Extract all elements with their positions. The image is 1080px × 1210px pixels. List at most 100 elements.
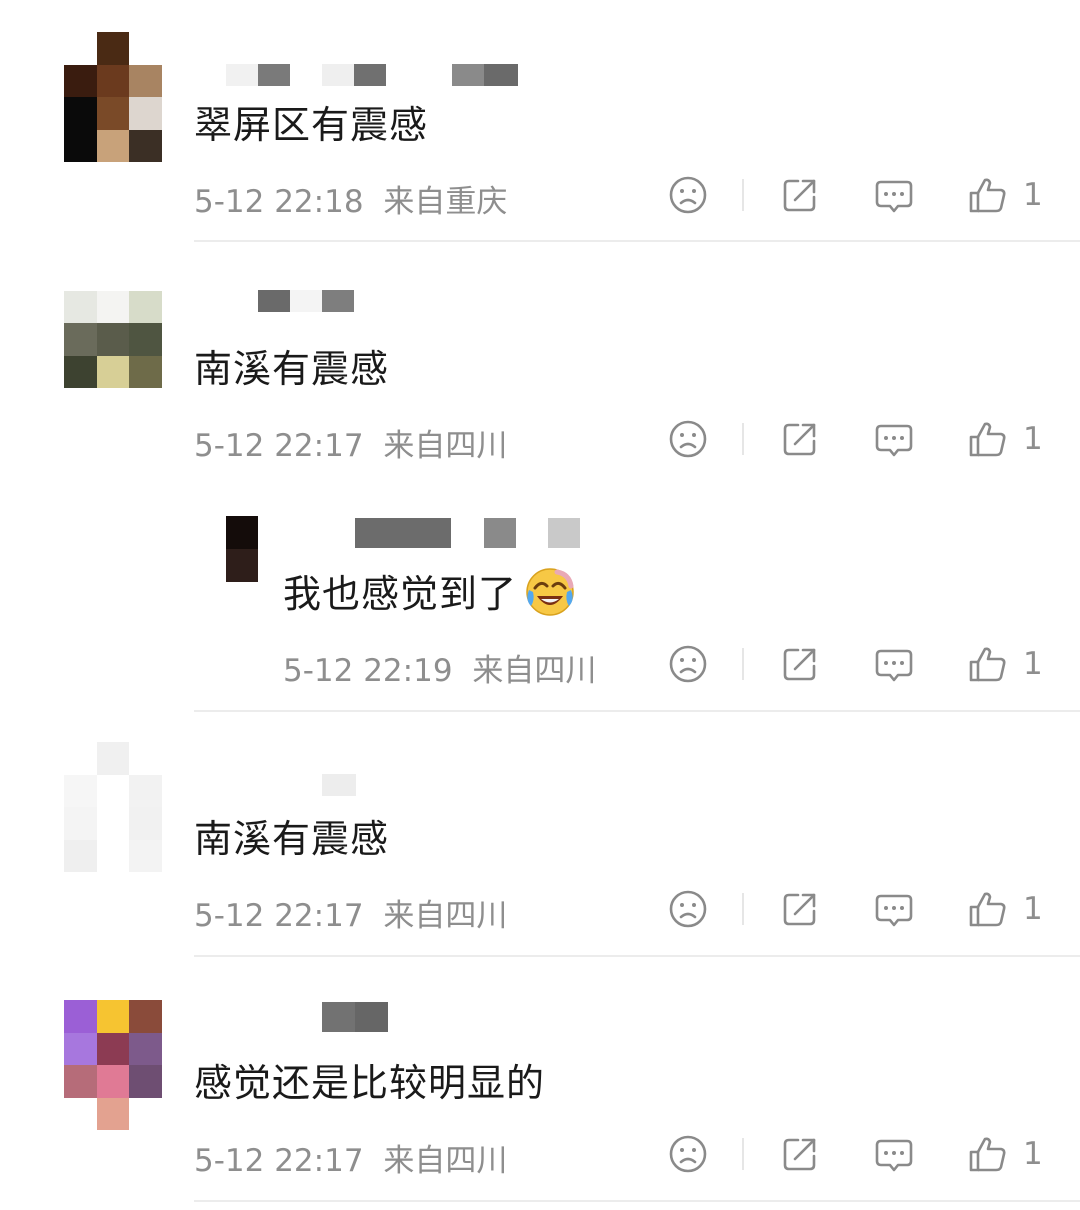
share-button[interactable]: [778, 1132, 822, 1176]
like-button[interactable]: [966, 642, 1010, 686]
comment-icon: [872, 887, 916, 931]
avatar-pixel: [96, 1097, 130, 1130]
like-count: 1: [1023, 177, 1043, 213]
avatar-pixel: [129, 97, 162, 130]
avatar-pixel: [129, 1032, 162, 1065]
dislike-button[interactable]: [666, 173, 710, 217]
reply-time: 5-12 22:19: [283, 653, 453, 689]
like-button[interactable]: [966, 173, 1010, 217]
avatar-pixel: [129, 1000, 162, 1033]
avatar-pixel: [129, 323, 162, 356]
comment-icon: [872, 1132, 916, 1176]
avatar-pixel: [64, 323, 97, 356]
divider: [194, 240, 1080, 242]
username-blurred[interactable]: [322, 774, 356, 796]
like-button[interactable]: [966, 1132, 1010, 1176]
sad-face-icon: [666, 173, 710, 217]
share-icon: [778, 887, 822, 931]
avatar[interactable]: [64, 258, 162, 388]
comment-meta: 5-12 22:17 来自四川: [194, 420, 507, 465]
divider: [194, 1200, 1080, 1202]
avatar-pixel: [64, 290, 97, 323]
comment-meta: 5-12 22:17 来自四川: [194, 1135, 507, 1180]
sad-face-icon: [666, 417, 710, 461]
like-count: 1: [1023, 1136, 1043, 1172]
comment-text: 南溪有震感: [194, 347, 390, 391]
avatar-pixel: [129, 807, 162, 840]
thumbs-up-icon: [966, 417, 1010, 461]
avatar-pixel: [64, 355, 97, 388]
avatar-pixel: [96, 97, 130, 130]
avatar-pixel: [64, 1065, 97, 1098]
avatar-pixel: [129, 774, 162, 807]
divider: [194, 955, 1080, 957]
avatar-pixel: [129, 64, 162, 97]
dislike-button[interactable]: [666, 1132, 710, 1176]
avatar[interactable]: [64, 1000, 162, 1130]
avatar-pixel: [96, 290, 130, 323]
action-separator: [742, 423, 744, 455]
comment-text: 翠屏区有震感: [194, 103, 429, 147]
avatar[interactable]: [64, 32, 162, 162]
share-button[interactable]: [778, 417, 822, 461]
comment-location: 来自四川: [383, 898, 508, 934]
comment-actions: 1: [660, 173, 1060, 217]
avatar-pixel: [96, 323, 130, 356]
comment-actions: 1: [660, 887, 1060, 931]
reply-meta: 5-12 22:19 来自四川: [283, 645, 596, 690]
action-separator: [742, 893, 744, 925]
avatar-pixel: [129, 839, 162, 872]
avatar-pixel: [129, 1065, 162, 1098]
sad-face-icon: [666, 642, 710, 686]
share-button[interactable]: [778, 173, 822, 217]
avatar-pixel: [64, 258, 97, 291]
dislike-button[interactable]: [666, 887, 710, 931]
reply-button[interactable]: [872, 417, 916, 461]
username-blurred[interactable]: [226, 64, 518, 86]
avatar-pixel: [129, 129, 162, 162]
comment-meta: 5-12 22:17 来自四川: [194, 890, 507, 935]
avatar-pixel: [64, 32, 97, 65]
share-button[interactable]: [778, 642, 822, 686]
avatar-pixel: [96, 839, 130, 872]
reply-button[interactable]: [872, 1132, 916, 1176]
thumbs-up-icon: [966, 1132, 1010, 1176]
avatar-pixel: [96, 129, 130, 162]
username-blurred[interactable]: [355, 518, 585, 548]
comment-meta: 5-12 22:18 来自重庆: [194, 176, 507, 221]
like-button[interactable]: [966, 417, 1010, 461]
reply-button[interactable]: [872, 887, 916, 931]
comment-time: 5-12 22:17: [194, 898, 364, 934]
dislike-button[interactable]: [666, 417, 710, 461]
dislike-button[interactable]: [666, 642, 710, 686]
like-count: 1: [1023, 646, 1043, 682]
username-blurred[interactable]: [322, 1002, 388, 1032]
username-blurred[interactable]: [258, 290, 358, 312]
comment-actions: 1: [660, 1132, 1060, 1176]
reply-button[interactable]: [872, 642, 916, 686]
comment-time: 5-12 22:18: [194, 184, 364, 220]
avatar-pixel: [129, 258, 162, 291]
share-button[interactable]: [778, 887, 822, 931]
action-separator: [742, 179, 744, 211]
avatar-pixel: [64, 1097, 97, 1130]
share-icon: [778, 642, 822, 686]
avatar-pixel: [129, 32, 162, 65]
avatar-pixel: [64, 1032, 97, 1065]
avatar-pixel: [96, 258, 130, 291]
like-button[interactable]: [966, 887, 1010, 931]
avatar-pixel: [129, 1097, 162, 1130]
divider: [194, 710, 1080, 712]
comment-text: 感觉还是比较明显的: [194, 1061, 546, 1105]
reply-button[interactable]: [872, 173, 916, 217]
share-icon: [778, 173, 822, 217]
comment-location: 来自四川: [383, 428, 508, 464]
action-separator: [742, 1138, 744, 1170]
avatar-pixel: [96, 774, 130, 807]
avatar[interactable]: [226, 516, 258, 582]
comment-text: 南溪有震感: [194, 817, 390, 861]
avatar-pixel: [64, 129, 97, 162]
avatar-pixel: [96, 355, 130, 388]
avatar[interactable]: [64, 742, 162, 872]
avatar-pixel: [129, 290, 162, 323]
